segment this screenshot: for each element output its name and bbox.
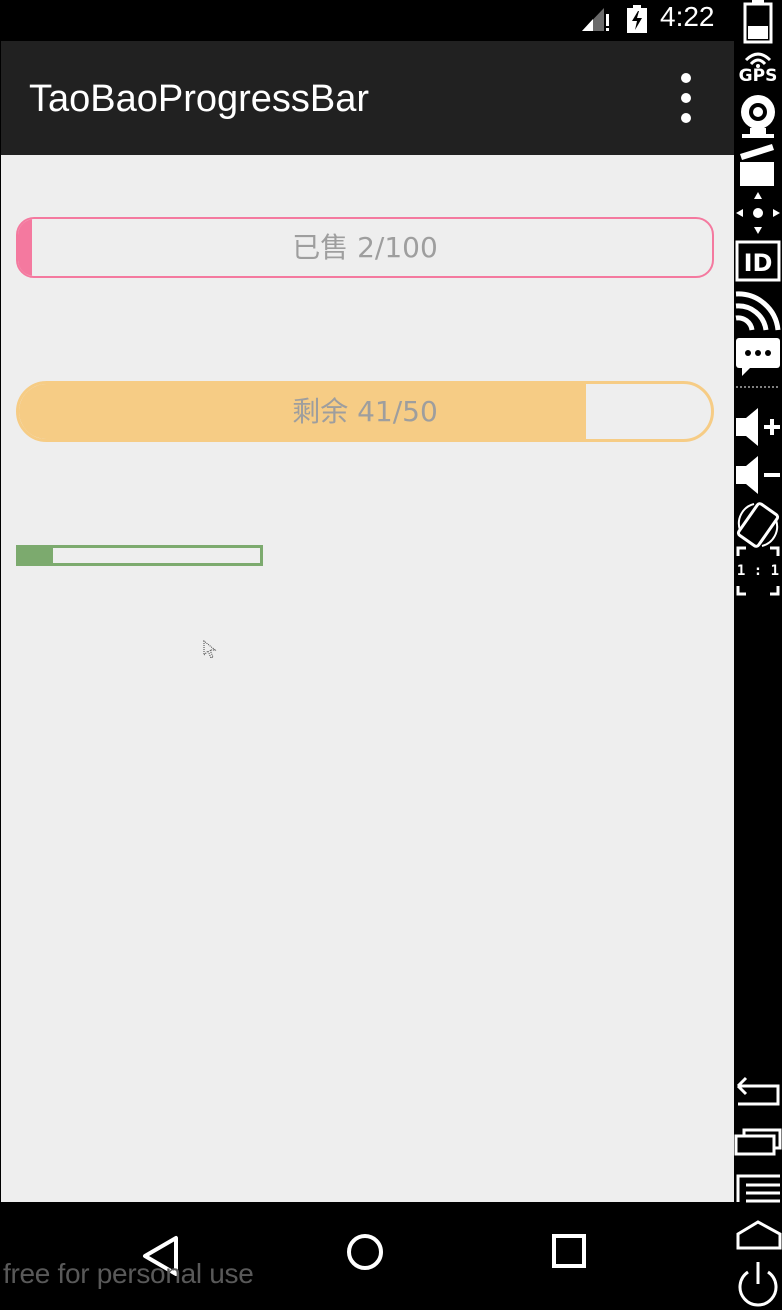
recents-icon[interactable] — [734, 1218, 782, 1252]
recents-icon[interactable] — [542, 1228, 598, 1284]
signal-no-data-icon — [582, 8, 609, 31]
scale-label: 1 : 1 — [736, 563, 780, 579]
status-bar: 4:22 — [0, 0, 734, 41]
home-icon[interactable] — [337, 1228, 393, 1284]
simple-progress-bar — [16, 545, 263, 566]
navigation-bar: free for personal use — [1, 1202, 734, 1310]
menu-icon[interactable] — [734, 1172, 782, 1204]
simple-progress-fill — [19, 548, 53, 563]
video-clapper-icon[interactable] — [734, 142, 782, 188]
main-content: 已售 2/100 剩余 41/50 — [1, 155, 734, 1202]
device-id-icon[interactable]: ID — [734, 238, 782, 284]
overflow-menu-icon[interactable] — [669, 71, 703, 125]
back-icon[interactable] — [734, 1072, 782, 1108]
app-title: TaoBaoProgressBar — [29, 78, 370, 120]
watermark-text: free for personal use — [3, 1258, 254, 1289]
battery-icon[interactable] — [734, 0, 782, 44]
volume-down-icon[interactable] — [734, 452, 782, 498]
sold-progress-bar: 已售 2/100 — [16, 217, 714, 278]
remaining-progress-bar: 剩余 41/50 — [16, 381, 714, 442]
home-icon[interactable] — [734, 1124, 782, 1158]
status-time: 4:22 — [660, 1, 715, 32]
gps-label: GPS — [738, 66, 778, 86]
gps-icon[interactable] — [734, 44, 782, 68]
app-bar: TaoBaoProgressBar — [1, 41, 734, 155]
rotate-icon[interactable] — [734, 500, 782, 550]
battery-charging-icon — [627, 5, 647, 33]
remaining-progress-label: 剩余 41/50 — [292, 395, 438, 428]
mouse-cursor-icon — [203, 640, 217, 659]
sms-icon[interactable] — [734, 334, 782, 380]
toolbar-separator — [736, 386, 780, 388]
power-icon[interactable] — [734, 1258, 782, 1308]
dpad-icon[interactable] — [734, 190, 782, 236]
volume-up-icon[interactable] — [734, 404, 782, 450]
emulator-toolbar: GPS ID 1: 1 — [734, 0, 782, 1310]
svg-text:ID: ID — [744, 249, 773, 277]
device-screen: 4:22 TaoBaoProgressBar 已售 2/100 剩余 41/50 — [0, 0, 734, 1310]
sold-progress-label: 已售 2/100 — [292, 231, 438, 264]
camera-icon[interactable] — [734, 92, 782, 140]
network-icon[interactable] — [734, 286, 782, 332]
